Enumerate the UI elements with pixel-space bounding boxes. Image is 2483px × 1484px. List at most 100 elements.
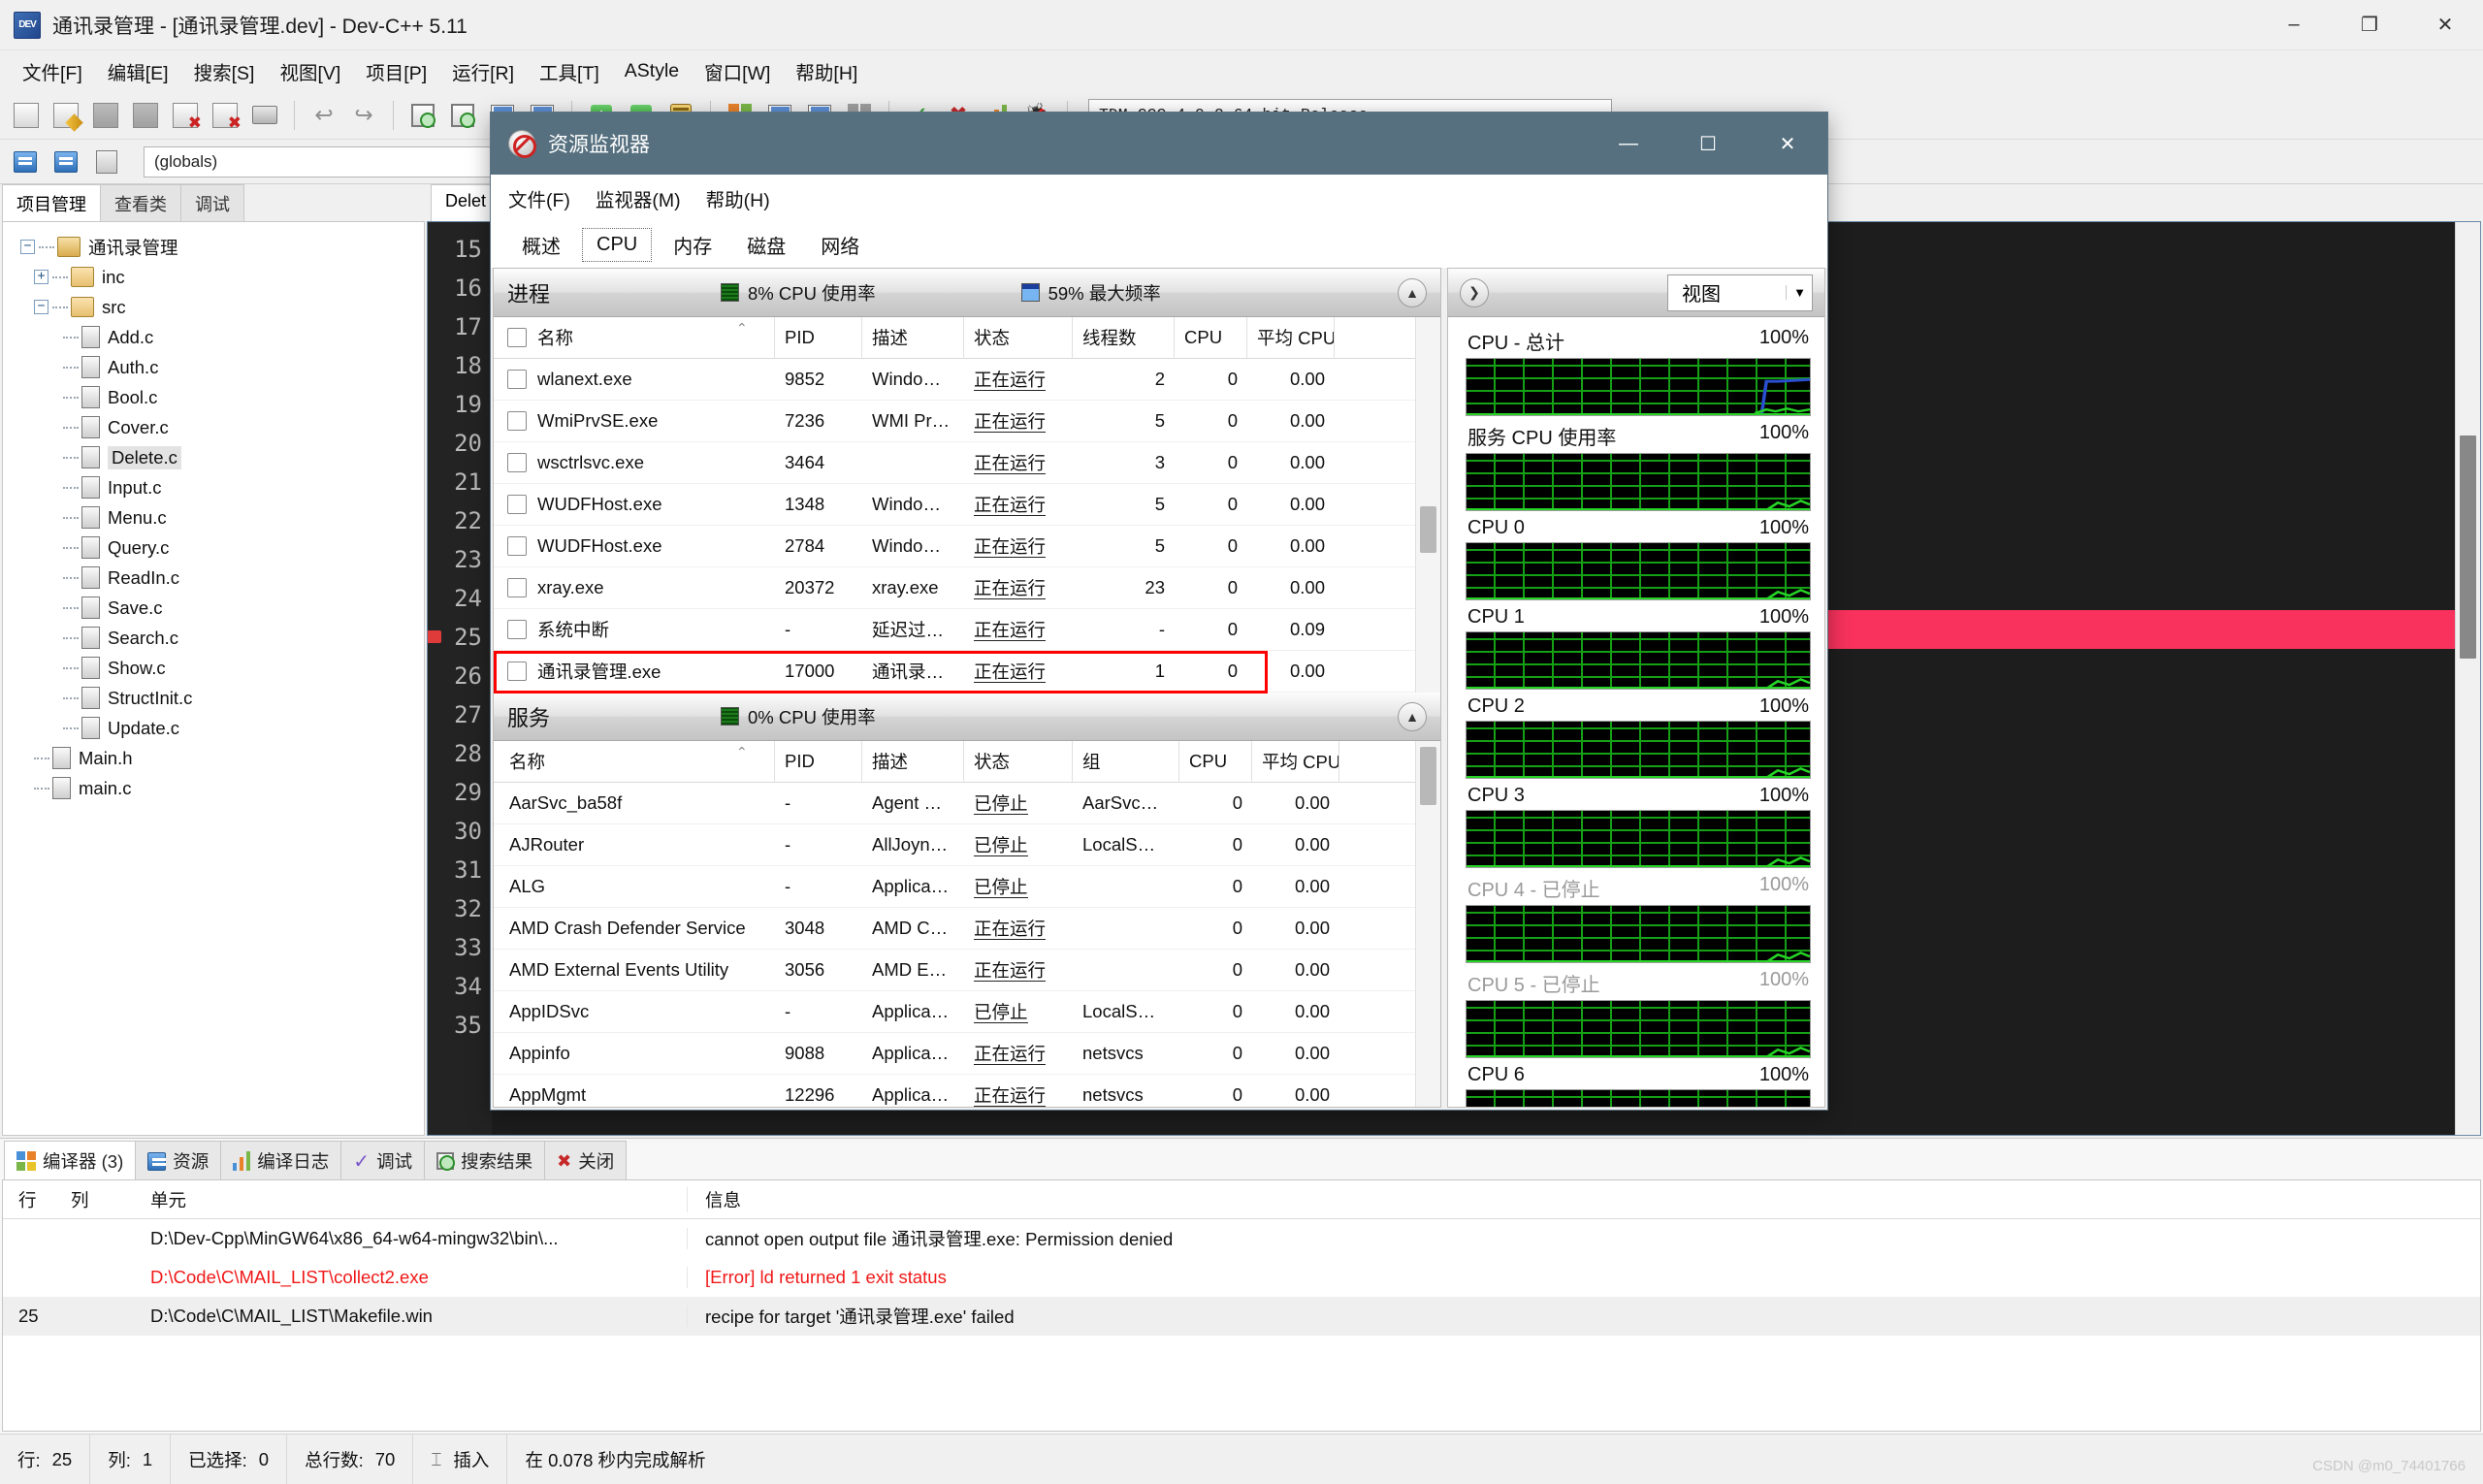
tree-node-project[interactable]: − 通讯录管理	[9, 232, 418, 262]
resmon-tab-cpu[interactable]: CPU	[582, 227, 653, 262]
scope-select[interactable]: (globals)	[144, 145, 532, 177]
col-process-threads[interactable]: 线程数	[1073, 316, 1175, 359]
replace-button[interactable]	[444, 97, 481, 134]
table-row[interactable]: AJRouter - AllJoyn… 已停止 LocalS… 0 0.00	[494, 824, 1440, 866]
save-all-button[interactable]	[127, 97, 164, 134]
tree-node-file-Menu.c[interactable]: Menu.c	[9, 502, 418, 532]
tree-node-file-Query.c[interactable]: Query.c	[9, 532, 418, 563]
menu-project[interactable]: 项目[P]	[353, 53, 439, 89]
table-row[interactable]: D:\Code\C\MAIL_LIST\collect2.exe [Error]…	[3, 1258, 2480, 1297]
chevron-down-icon[interactable]: ▼	[1786, 285, 1806, 300]
table-row[interactable]: D:\Dev-Cpp\MinGW64\x86_64-w64-mingw32\bi…	[3, 1219, 2480, 1258]
chevron-right-icon[interactable]: ❯	[1460, 277, 1489, 307]
table-row[interactable]: WUDFHost.exe 2784 Windo… 正在运行 5 0 0.00	[494, 526, 1440, 567]
tree-node-file-Main.h[interactable]: Main.h	[9, 743, 418, 773]
cell-name[interactable]: WUDFHost.exe	[494, 535, 775, 557]
tab-resources[interactable]: 资源	[135, 1141, 222, 1179]
col-process-status[interactable]: 状态	[964, 316, 1073, 359]
cell-name[interactable]: xray.exe	[494, 577, 775, 598]
cell-name[interactable]: WUDFHost.exe	[494, 494, 775, 515]
tree-node-file-StructInit.c[interactable]: StructInit.c	[9, 683, 418, 713]
tree-node-folder-inc[interactable]: + inc	[9, 262, 418, 292]
tree-node-file-Search.c[interactable]: Search.c	[9, 623, 418, 653]
col-service-desc[interactable]: 描述	[862, 740, 964, 783]
row-checkbox[interactable]	[507, 578, 527, 597]
col-process-pid[interactable]: PID	[775, 316, 862, 359]
col-service-pid[interactable]: PID	[775, 740, 862, 783]
table-row[interactable]: ALG - Applica… 已停止 0 0.00	[494, 866, 1440, 908]
table-row[interactable]: 通讯录管理.exe 17000 通讯录… 正在运行 1 0 0.00	[494, 651, 1440, 694]
resmon-tab-memory[interactable]: 内存	[660, 226, 726, 264]
table-row[interactable]: wsctrlsvc.exe 3464 正在运行 3 0 0.00	[494, 442, 1440, 484]
insert-button[interactable]	[8, 145, 43, 179]
collapse-toggle-icon[interactable]: −	[34, 300, 48, 314]
tree-node-file-Auth.c[interactable]: Auth.c	[9, 352, 418, 382]
menu-tools[interactable]: 工具[T]	[527, 53, 612, 89]
services-scrollbar[interactable]	[1415, 741, 1440, 1107]
resmon-menu-file[interactable]: 文件(F)	[508, 184, 570, 212]
table-row[interactable]: wlanext.exe 9852 Windo… 正在运行 2 0 0.00	[494, 359, 1440, 401]
resmon-tab-overview[interactable]: 概述	[508, 226, 574, 264]
goto-function-button[interactable]	[89, 145, 124, 179]
view-button[interactable]: 视图 ▼	[1667, 274, 1813, 311]
editor-scrollbar[interactable]	[2455, 222, 2480, 1135]
col-process-desc[interactable]: 描述	[862, 316, 964, 359]
minimize-button[interactable]: –	[2256, 0, 2332, 49]
processes-scrollbar[interactable]	[1415, 317, 1440, 693]
open-file-button[interactable]	[48, 97, 84, 134]
col-process-name[interactable]: 名称	[494, 316, 775, 359]
tree-node-file-Delete.c[interactable]: Delete.c	[9, 442, 418, 472]
new-file-button[interactable]	[8, 97, 45, 134]
row-checkbox[interactable]	[507, 495, 527, 514]
tree-node-file-Cover.c[interactable]: Cover.c	[9, 412, 418, 442]
row-checkbox[interactable]	[507, 661, 527, 681]
table-row[interactable]: WUDFHost.exe 1348 Windo… 正在运行 5 0 0.00	[494, 484, 1440, 526]
tree-node-file-Show.c[interactable]: Show.c	[9, 653, 418, 683]
table-row[interactable]: AarSvc_ba58f - Agent … 已停止 AarSvc… 0 0.0…	[494, 783, 1440, 824]
col-service-cpu[interactable]: CPU	[1179, 740, 1252, 783]
tab-compiler[interactable]: 编译器 (3)	[4, 1141, 137, 1179]
table-row[interactable]: AMD Crash Defender Service 3048 AMD C… 正…	[494, 908, 1440, 950]
chevron-up-icon[interactable]: ▲	[1398, 701, 1427, 731]
expand-toggle-icon[interactable]: +	[34, 270, 48, 284]
services-scroll-thumb[interactable]	[1420, 747, 1436, 805]
resmon-tab-network[interactable]: 网络	[807, 226, 873, 264]
col-service-avg-cpu[interactable]: 平均 CPU	[1252, 740, 1339, 783]
menu-edit[interactable]: 编辑[E]	[95, 53, 181, 89]
tree-node-file-Input.c[interactable]: Input.c	[9, 472, 418, 502]
project-tree[interactable]: − 通讯录管理 + inc − src Add.c Auth.c Bool.c …	[2, 221, 425, 1136]
col-service-status[interactable]: 状态	[964, 740, 1073, 783]
cell-name[interactable]: wsctrlsvc.exe	[494, 452, 775, 473]
cell-name[interactable]: 系统中断	[494, 617, 775, 642]
row-checkbox[interactable]	[507, 536, 527, 556]
menu-astyle[interactable]: AStyle	[612, 56, 692, 86]
row-checkbox[interactable]	[507, 411, 527, 431]
close-button[interactable]: ✕	[2407, 0, 2483, 49]
cell-name[interactable]: WmiPrvSE.exe	[494, 410, 775, 432]
tree-node-file-Add.c[interactable]: Add.c	[9, 322, 418, 352]
row-checkbox[interactable]	[507, 453, 527, 472]
cell-name[interactable]: wlanext.exe	[494, 369, 775, 390]
resmon-menu-monitor[interactable]: 监视器(M)	[596, 184, 681, 212]
find-button[interactable]	[404, 97, 441, 134]
tab-class-browser[interactable]: 查看类	[100, 184, 181, 221]
resmon-close-button[interactable]: ✕	[1748, 113, 1827, 175]
tab-close-panel[interactable]: ✖ 关闭	[544, 1141, 628, 1179]
table-row[interactable]: Appinfo 9088 Applica… 正在运行 netsvcs 0 0.0…	[494, 1033, 1440, 1075]
tree-node-file-Save.c[interactable]: Save.c	[9, 593, 418, 623]
processes-scroll-thumb[interactable]	[1420, 506, 1436, 553]
menu-file[interactable]: 文件[F]	[10, 53, 95, 89]
maximize-button[interactable]: ❐	[2332, 0, 2407, 49]
services-section-header[interactable]: 服务 0% CPU 使用率 ▲	[494, 693, 1440, 741]
tree-node-file-ReadIn.c[interactable]: ReadIn.c	[9, 563, 418, 593]
tab-search-results[interactable]: 搜索结果	[424, 1141, 546, 1179]
table-row[interactable]: AppIDSvc - Applica… 已停止 LocalS… 0 0.00	[494, 991, 1440, 1033]
editor-scroll-thumb[interactable]	[2460, 436, 2476, 659]
menu-search[interactable]: 搜索[S]	[181, 53, 268, 89]
save-button[interactable]	[87, 97, 124, 134]
tree-node-file-Bool.c[interactable]: Bool.c	[9, 382, 418, 412]
cell-name[interactable]: 通讯录管理.exe	[494, 659, 775, 684]
table-row[interactable]: WmiPrvSE.exe 7236 WMI Pr… 正在运行 5 0 0.00	[494, 401, 1440, 442]
processes-section-header[interactable]: 进程 8% CPU 使用率 59% 最大频率 ▲	[494, 269, 1440, 317]
close-file-button[interactable]: ✖	[167, 97, 204, 134]
